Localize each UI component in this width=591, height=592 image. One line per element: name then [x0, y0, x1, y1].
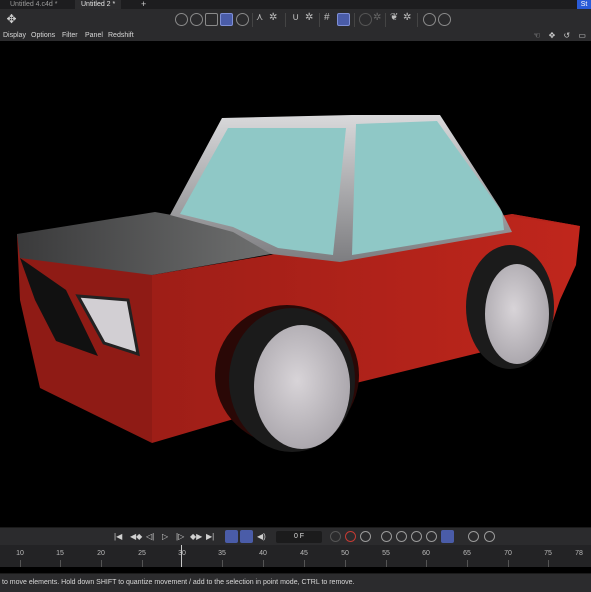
- ruler-label: 25: [138, 550, 146, 557]
- ruler-label: 70: [504, 550, 512, 557]
- ruler-tick: [20, 560, 21, 567]
- points-mode-icon[interactable]: [205, 13, 218, 26]
- ruler-label: 60: [422, 550, 430, 557]
- toolbar-separator: [252, 13, 253, 27]
- snap-icon[interactable]: [337, 13, 350, 26]
- status-bar: to move elements. Hold down SHIFT to qua…: [0, 573, 591, 592]
- gear-icon[interactable]: ✲: [403, 12, 411, 23]
- playhead[interactable]: [181, 545, 182, 567]
- model-mode-icon[interactable]: [175, 13, 188, 26]
- ruler-label: 15: [56, 550, 64, 557]
- menu-display[interactable]: Display: [3, 31, 26, 41]
- key-scale-icon[interactable]: [411, 531, 422, 542]
- ruler-tick: [386, 560, 387, 567]
- go-to-end-icon[interactable]: ▶|: [206, 532, 214, 541]
- gear-icon[interactable]: ✲: [373, 12, 381, 23]
- toolbar-separator: [354, 13, 355, 27]
- previous-key-icon[interactable]: ◀◆: [130, 532, 142, 541]
- move-tool-icon[interactable]: ✥: [3, 11, 20, 28]
- ruler-tick: [548, 560, 549, 567]
- key-position-icon[interactable]: [381, 531, 392, 542]
- gear-icon[interactable]: ✲: [305, 12, 313, 23]
- sound-icon[interactable]: ◀): [257, 532, 266, 541]
- go-to-start-icon[interactable]: |◀: [114, 532, 122, 541]
- axis-lock-icon[interactable]: [438, 13, 451, 26]
- ruler-label: 75: [544, 550, 552, 557]
- gear-icon[interactable]: ✲: [269, 12, 277, 23]
- record-icon[interactable]: [330, 531, 341, 542]
- key-rotation-icon[interactable]: [396, 531, 407, 542]
- magnet-icon[interactable]: ∪: [292, 12, 299, 23]
- workplane-icon[interactable]: #: [324, 12, 330, 23]
- timeline-ruler[interactable]: 10 15 20 25 30 35 40 45 50 55 60 65 70 7…: [0, 545, 591, 567]
- texture-mode-icon[interactable]: [236, 13, 249, 26]
- current-frame-field[interactable]: 0 F: [276, 531, 322, 543]
- ruler-tick: [142, 560, 143, 567]
- axis-icon[interactable]: ⋏: [256, 12, 263, 23]
- key-pla-icon[interactable]: [441, 530, 454, 543]
- next-frame-icon[interactable]: |▷: [176, 532, 184, 541]
- ruler-tick: [345, 560, 346, 567]
- front-hubcap: [254, 325, 350, 449]
- polygon-mode-icon[interactable]: [220, 13, 233, 26]
- ruler-tick: [508, 560, 509, 567]
- loop-icon[interactable]: [225, 530, 238, 543]
- ruler-label: 35: [218, 550, 226, 557]
- ruler-tick: [60, 560, 61, 567]
- tab-untitled-4[interactable]: Untitled 4.c4d *: [4, 0, 63, 9]
- toolbar-separator: [417, 13, 418, 27]
- car-model-render: [17, 115, 580, 452]
- ruler-label: 20: [97, 550, 105, 557]
- keyframe-settings-icon[interactable]: [360, 531, 371, 542]
- ruler-label: 30: [178, 550, 186, 557]
- main-toolbar: ✥ ⋏ ✲ ∪ ✲ # ✲ ❦ ✲: [0, 9, 591, 32]
- ruler-label: 65: [463, 550, 471, 557]
- toolbar-separator: [285, 13, 286, 27]
- menu-panel[interactable]: Panel: [85, 31, 103, 41]
- object-mode-icon[interactable]: [190, 13, 203, 26]
- ruler-label: 55: [382, 550, 390, 557]
- ruler-label: 50: [341, 550, 349, 557]
- play-icon[interactable]: ▷: [162, 532, 168, 541]
- ruler-label: 45: [300, 550, 308, 557]
- paint-icon[interactable]: ❦: [390, 12, 398, 23]
- motion-record-icon[interactable]: [468, 531, 479, 542]
- next-key-icon[interactable]: ◆▶: [190, 532, 202, 541]
- toolbar-separator: [385, 13, 386, 27]
- range-icon[interactable]: [240, 530, 253, 543]
- ruler-tick: [304, 560, 305, 567]
- deformer-icon[interactable]: [423, 13, 436, 26]
- ruler-tick: [263, 560, 264, 567]
- autokey-icon[interactable]: [345, 531, 356, 542]
- ruler-label: 78: [575, 550, 583, 557]
- status-text: to move elements. Hold down SHIFT to qua…: [2, 579, 355, 586]
- ruler-tick: [101, 560, 102, 567]
- add-tab-button[interactable]: +: [141, 0, 146, 9]
- 3d-viewport[interactable]: [0, 41, 591, 527]
- menu-options[interactable]: Options: [31, 31, 55, 41]
- ruler-tick: [426, 560, 427, 567]
- layout-tab[interactable]: St: [577, 0, 591, 9]
- toolbar-separator: [319, 13, 320, 27]
- render-icon[interactable]: [359, 13, 372, 26]
- tab-untitled-2[interactable]: Untitled 2 *: [75, 0, 122, 9]
- timeline-settings-icon[interactable]: [484, 531, 495, 542]
- rear-hubcap: [485, 264, 549, 364]
- viewport-navigation-icons[interactable]: ☜ ✥ ↺ ▭: [533, 31, 589, 41]
- ruler-label: 40: [259, 550, 267, 557]
- ruler-tick: [222, 560, 223, 567]
- document-tab-bar: Untitled 4.c4d * Untitled 2 * + St: [0, 0, 591, 9]
- ruler-tick: [467, 560, 468, 567]
- viewport-menubar: Display Options Filter Panel Redshift ☜ …: [0, 31, 591, 41]
- menu-redshift[interactable]: Redshift: [108, 31, 134, 41]
- timeline-controls: |◀ ◀◆ ◁| ▷ |▷ ◆▶ ▶| ◀) 0 F: [0, 527, 591, 546]
- key-param-icon[interactable]: [426, 531, 437, 542]
- previous-frame-icon[interactable]: ◁|: [146, 532, 154, 541]
- ruler-label: 10: [16, 550, 24, 557]
- menu-filter[interactable]: Filter: [62, 31, 78, 41]
